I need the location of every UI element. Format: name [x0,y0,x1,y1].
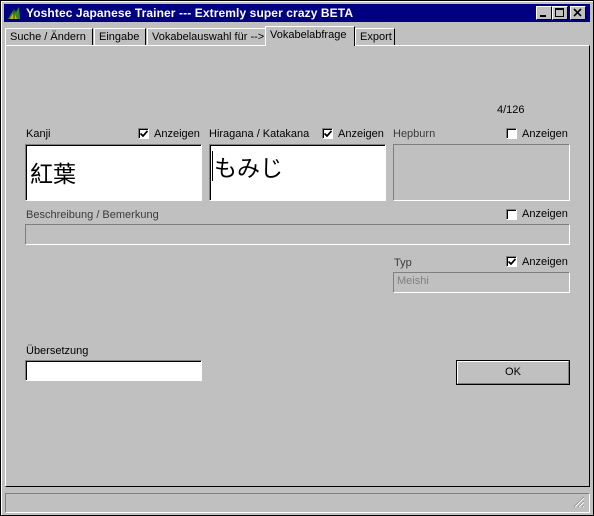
minimize-button[interactable] [536,6,552,20]
tab-export[interactable]: Export [355,28,395,45]
translation-label: Übersetzung [26,345,89,357]
hepburn-show-label: Anzeigen [522,128,568,140]
hepburn-display [393,144,570,201]
description-field [25,224,570,245]
tab-label: Suche / Ändern [10,31,86,43]
kana-value: もみじ [214,156,283,182]
close-icon [573,8,582,17]
tab-strip: Suche / Ändern Eingabe Vokabelauswahl fü… [5,26,591,46]
tab-label: Vokabelabfrage [270,29,347,41]
progress-counter: 4/126 [497,104,525,116]
type-show-checkbox[interactable] [506,256,517,267]
description-show-checkbox[interactable] [506,209,517,220]
kana-display[interactable]: もみじ [209,144,386,201]
kanji-label: Kanji [26,128,51,140]
kanji-display[interactable]: 紅葉 [25,144,202,201]
hepburn-show-checkbox[interactable] [506,128,517,139]
tab-label: Vokabelauswahl für --> [152,31,265,43]
tab-eingabe[interactable]: Eingabe [94,28,146,45]
ok-button-label: OK [505,366,521,378]
text-caret [212,151,213,181]
title-bar[interactable]: Yoshtec Japanese Trainer --- Extremly su… [4,4,590,22]
translation-input[interactable] [25,360,202,381]
tab-vokabelauswahl[interactable]: Vokabelauswahl für --> [147,28,267,45]
kanji-show-checkbox[interactable] [138,128,149,139]
close-button[interactable] [570,6,586,20]
kanji-show-label: Anzeigen [154,128,200,140]
status-bar [5,493,590,513]
app-window: Yoshtec Japanese Trainer --- Extremly su… [0,0,594,516]
type-field: Meishi [393,272,570,293]
checkmark-icon [508,258,516,266]
kana-label: Hiragana / Katakana [209,128,310,140]
kanji-value: 紅葉 [30,162,76,188]
description-show-label: Anzeigen [522,208,568,220]
tab-label: Export [360,31,392,43]
kana-show-label: Anzeigen [338,128,384,140]
checkmark-icon [324,130,332,138]
checkmark-icon [140,130,148,138]
window-title: Yoshtec Japanese Trainer --- Extremly su… [26,6,354,20]
maximize-icon [555,8,564,17]
type-show-label: Anzeigen [522,256,568,268]
tab-label: Eingabe [99,31,140,43]
minimize-icon [540,15,546,17]
tab-vokabelabfrage[interactable]: Vokabelabfrage [265,26,355,46]
kana-show-checkbox[interactable] [322,128,333,139]
resize-grip-icon[interactable] [573,496,585,508]
app-leaf-icon [8,7,20,19]
maximize-button[interactable] [552,6,568,20]
hepburn-label: Hepburn [393,128,436,140]
type-value: Meishi [397,275,429,287]
tab-suche-aendern[interactable]: Suche / Ändern [5,28,93,45]
type-label: Typ [394,257,412,269]
description-label: Beschreibung / Bemerkung [26,209,159,221]
ok-button[interactable]: OK [456,360,570,385]
